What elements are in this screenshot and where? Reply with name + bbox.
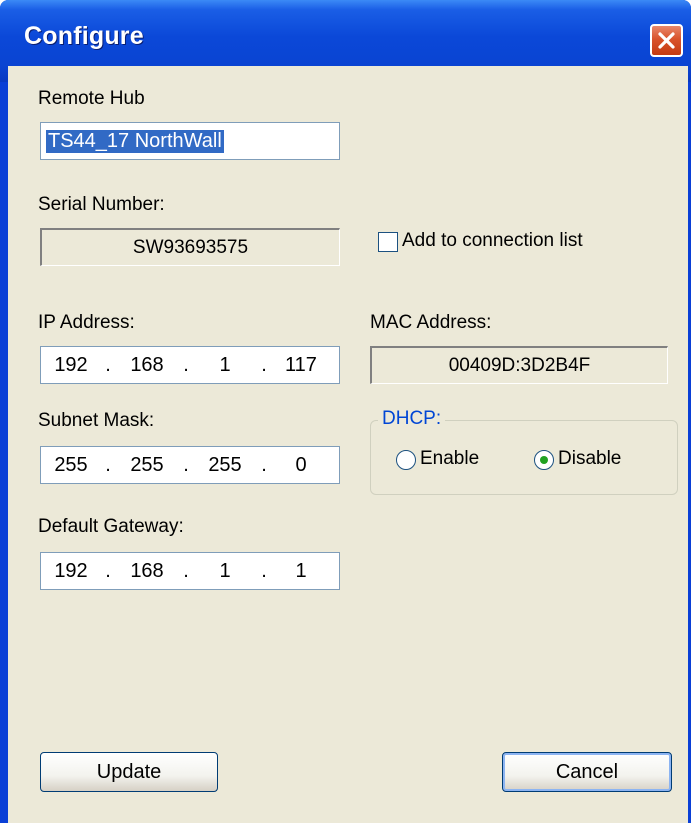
serial-number-field: SW93693575 — [40, 228, 340, 266]
dhcp-disable-label[interactable]: Disable — [558, 448, 621, 470]
ip-address-label: IP Address: — [38, 312, 135, 333]
close-icon — [658, 32, 675, 49]
mac-address-field: 00409D:3D2B4F — [370, 346, 668, 384]
subnet-octet-2[interactable]: 255 — [115, 454, 179, 477]
update-button[interactable]: Update — [40, 752, 218, 792]
dhcp-group — [370, 420, 678, 495]
default-gateway-input[interactable]: 192. 168. 1. 1 — [40, 552, 340, 590]
remote-hub-value: TS44_17 NorthWall — [46, 129, 224, 153]
dialog-body: Remote Hub TS44_17 NorthWall Serial Numb… — [8, 66, 688, 823]
mac-address-value: 00409D:3D2B4F — [448, 354, 591, 376]
subnet-mask-input[interactable]: 255. 255. 255. 0 — [40, 446, 340, 484]
configure-dialog: Configure Remote Hub TS44_17 NorthWall S… — [0, 0, 691, 823]
ip-address-input[interactable]: 192. 168. 1. 117 — [40, 346, 340, 384]
remote-hub-input[interactable]: TS44_17 NorthWall — [40, 122, 340, 160]
dhcp-enable-radio[interactable] — [396, 450, 416, 470]
gateway-octet-1[interactable]: 192 — [41, 560, 101, 583]
ip-octet-2[interactable]: 168 — [115, 354, 179, 377]
remote-hub-label: Remote Hub — [38, 88, 145, 109]
mac-address-label: MAC Address: — [370, 312, 492, 333]
ip-octet-3[interactable]: 1 — [193, 354, 257, 377]
cancel-button[interactable]: Cancel — [502, 752, 672, 792]
radio-selected-dot — [540, 456, 548, 464]
default-gateway-label: Default Gateway: — [38, 516, 184, 537]
add-to-connection-list-label[interactable]: Add to connection list — [402, 230, 583, 252]
gateway-octet-2[interactable]: 168 — [115, 560, 179, 583]
close-button[interactable] — [650, 24, 683, 57]
dhcp-group-title: DHCP: — [378, 408, 446, 430]
window-title: Configure — [24, 22, 144, 50]
dhcp-disable-radio[interactable] — [534, 450, 554, 470]
serial-number-value: SW93693575 — [132, 236, 249, 258]
gateway-octet-4[interactable]: 1 — [271, 560, 331, 583]
dhcp-enable-label[interactable]: Enable — [420, 448, 479, 470]
subnet-mask-label: Subnet Mask: — [38, 410, 155, 431]
serial-number-label: Serial Number: — [38, 194, 165, 215]
gateway-octet-3[interactable]: 1 — [193, 560, 257, 583]
subnet-octet-4[interactable]: 0 — [271, 454, 331, 477]
add-to-connection-list-checkbox[interactable] — [378, 232, 398, 252]
subnet-octet-1[interactable]: 255 — [41, 454, 101, 477]
ip-octet-4[interactable]: 117 — [271, 354, 331, 377]
subnet-octet-3[interactable]: 255 — [193, 454, 257, 477]
ip-octet-1[interactable]: 192 — [41, 354, 101, 377]
